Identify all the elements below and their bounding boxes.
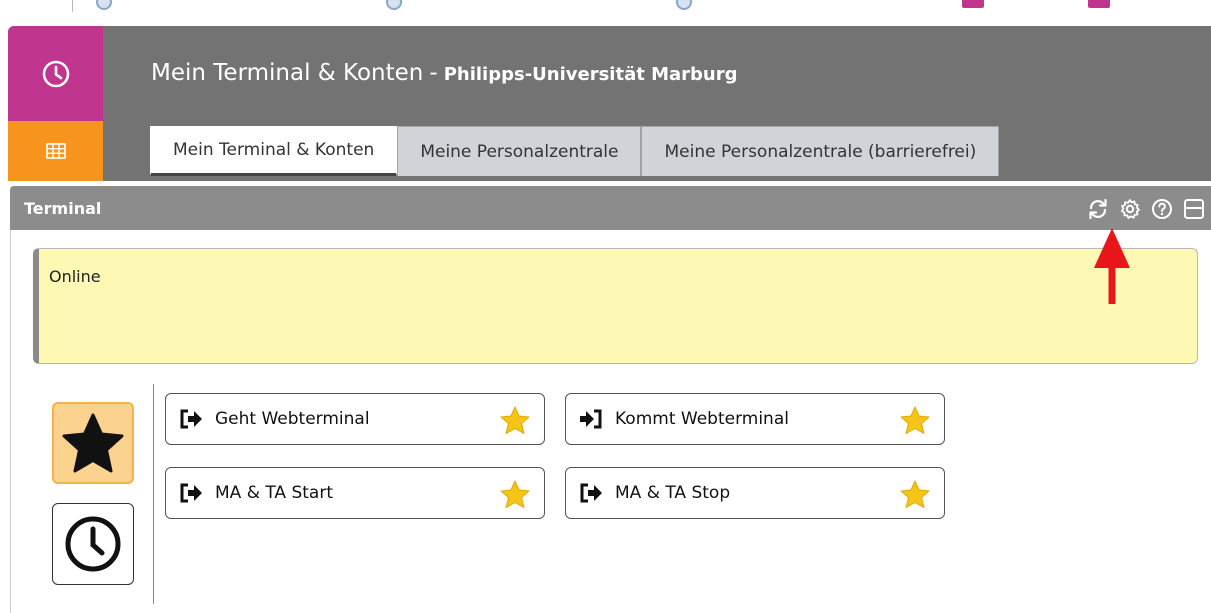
page-title-main: Mein Terminal & Konten (151, 60, 424, 86)
sign-out-icon (579, 482, 605, 504)
window-icon (1184, 199, 1204, 219)
sign-out-icon (179, 408, 205, 430)
button-label: Kommt Webterminal (615, 409, 789, 429)
browser-bookmarks-strip (0, 0, 1211, 22)
bookmark-favicon[interactable] (1088, 0, 1110, 8)
ma-ta-start-button[interactable]: MA & TA Start (165, 467, 545, 519)
tab-bar: Mein Terminal & Konten Meine Personalzen… (150, 126, 1000, 176)
tab-personalzentrale-barrierefrei[interactable]: Meine Personalzentrale (barrierefrei) (641, 126, 1000, 176)
app-header: Mein Terminal & Konten - Philipps-Universi… (8, 26, 1211, 181)
button-label: MA & TA Stop (615, 483, 731, 503)
tab-personalzentrale[interactable]: Meine Personalzentrale (397, 126, 642, 176)
help-button[interactable] (1149, 196, 1175, 222)
ma-ta-stop-button[interactable]: MA & TA Stop (565, 467, 945, 519)
bookmark-favicon[interactable] (96, 0, 112, 10)
favorite-star-icon[interactable] (900, 479, 930, 509)
status-box: Online (33, 248, 1198, 364)
bookmark-favicon[interactable] (386, 0, 402, 10)
button-label: Geht Webterminal (215, 409, 370, 429)
window-toggle-button[interactable] (1181, 196, 1207, 222)
tab-mein-terminal[interactable]: Mein Terminal & Konten (150, 126, 398, 176)
help-icon (1152, 199, 1172, 219)
time-view-button[interactable] (52, 503, 134, 585)
favorites-view-button[interactable] (52, 402, 134, 484)
panel-toolbar (1085, 196, 1207, 222)
gear-icon (1120, 199, 1140, 219)
favorite-star-icon[interactable] (900, 405, 930, 435)
settings-button[interactable] (1117, 196, 1143, 222)
terminal-panel-header: Terminal (10, 186, 1211, 230)
favorite-star-icon[interactable] (500, 479, 530, 509)
annotation-arrow-icon (1094, 228, 1130, 304)
page-subtitle: Philipps-Universität Marburg (443, 64, 738, 85)
refresh-button[interactable] (1085, 196, 1111, 222)
page-title: Mein Terminal & Konten - Philipps-Universi… (151, 60, 737, 86)
star-icon (62, 413, 124, 473)
kommt-webterminal-button[interactable]: Kommt Webterminal (565, 393, 945, 445)
bookmark-separator (72, 0, 73, 12)
panel-title: Terminal (24, 198, 102, 218)
button-label: MA & TA Start (215, 483, 333, 503)
clock-icon (42, 60, 69, 87)
grid-icon (45, 143, 66, 159)
side-tab-time[interactable] (8, 26, 103, 121)
favorite-star-icon[interactable] (500, 405, 530, 435)
vertical-divider (153, 384, 154, 604)
sign-in-icon (579, 408, 605, 430)
clock-icon (65, 516, 121, 572)
side-tab-grid[interactable] (8, 121, 103, 181)
geht-webterminal-button[interactable]: Geht Webterminal (165, 393, 545, 445)
title-separator: - (429, 60, 438, 86)
bookmark-favicon[interactable] (962, 0, 984, 8)
refresh-icon (1089, 198, 1107, 220)
bookmark-favicon[interactable] (676, 0, 692, 10)
sign-out-icon (179, 482, 205, 504)
status-text: Online (49, 267, 101, 286)
